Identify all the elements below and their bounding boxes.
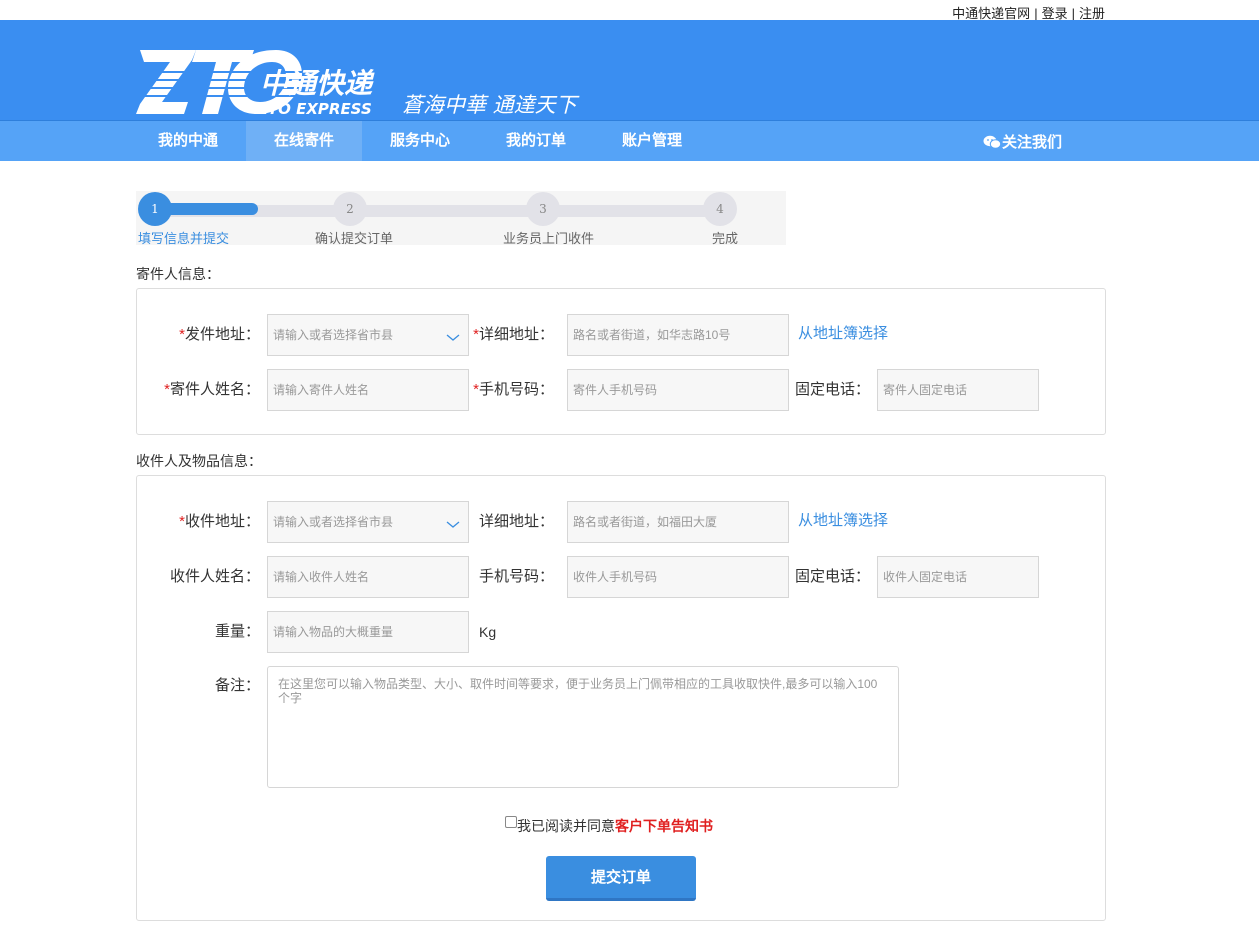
register-link[interactable]: 注册 [1079, 6, 1105, 21]
sender-detail-label: *详细地址： [470, 314, 554, 356]
submit-order-button[interactable]: 提交订单 [546, 856, 696, 901]
official-site-link[interactable]: 中通快递官网 [952, 6, 1030, 21]
receiver-tel-input[interactable]: 收件人固定电话 [877, 556, 1039, 598]
follow-us-link[interactable]: 关注我们 [983, 121, 1062, 161]
step-2-label: 确认提交订单 [315, 231, 394, 246]
receiver-address-select[interactable]: 请输入或者选择省市县 [267, 501, 469, 543]
step-4-circle: 4 [703, 192, 737, 226]
step-1-circle: 1 [138, 192, 172, 226]
receiver-address-label-text: 收件地址： [184, 513, 260, 530]
login-link[interactable]: 登录 [1042, 6, 1068, 21]
sender-detail-label-text: 详细地址： [478, 326, 554, 343]
logo-brand-cn: 中通快递 [260, 67, 375, 100]
sender-tel-input[interactable]: 寄件人固定电话 [877, 369, 1039, 411]
weight-label: 重量： [214, 623, 260, 640]
sender-section-title: 寄件人信息： [136, 266, 220, 282]
sender-phone-input[interactable]: 寄件人手机号码 [567, 369, 789, 411]
separator: | [1071, 6, 1075, 21]
receiver-detail-label: 详细地址： [478, 513, 554, 530]
step-2-circle: 2 [333, 192, 367, 226]
remark-textarea[interactable]: 在这里您可以输入物品类型、大小、取件时间等要求，便于业务员上门佩带相应的工具收取… [267, 666, 899, 788]
weight-input[interactable]: 请输入物品的大概重量 [267, 611, 469, 653]
nav-item-account[interactable]: 账户管理 [594, 121, 710, 161]
step-3-circle: 3 [526, 192, 560, 226]
weight-unit: Kg [479, 624, 497, 640]
logo-slogan: 蒼海中華 通達天下 [402, 93, 580, 117]
wechat-icon [983, 135, 1002, 149]
sender-name-input[interactable]: 请输入寄件人姓名 [267, 369, 469, 411]
receiver-detail-input[interactable]: 路名或者街道，如福田大厦 [567, 501, 789, 543]
logo-brand-en: ZTO EXPRESS [256, 100, 372, 118]
receiver-phone-label: 手机号码： [478, 568, 554, 585]
sender-name-label-text: 寄件人姓名： [169, 381, 260, 398]
nav-item-online-send[interactable]: 在线寄件 [246, 121, 362, 161]
agreement-text: 我已阅读并同意 [517, 818, 615, 834]
receiver-name-input[interactable]: 请输入收件人姓名 [267, 556, 469, 598]
sender-tel-label: 固定电话： [794, 381, 870, 398]
step-4-label: 完成 [712, 231, 739, 246]
sender-address-label-text: 发件地址： [184, 326, 260, 343]
chevron-down-icon [446, 334, 460, 341]
sender-address-placeholder: 请输入或者选择省市县 [273, 328, 394, 342]
nav-item-my-zto[interactable]: 我的中通 [130, 121, 246, 161]
zto-logo[interactable]: 中通快递 ZTO EXPRESS 蒼海中華 通達天下 [136, 48, 596, 118]
sender-address-label: *发件地址： [150, 314, 260, 356]
sender-name-label: *寄件人姓名： [150, 369, 260, 411]
follow-us-label: 关注我们 [1002, 134, 1063, 151]
nav-item-my-orders[interactable]: 我的订单 [478, 121, 594, 161]
receiver-address-label: *收件地址： [150, 501, 260, 543]
separator: | [1034, 6, 1038, 21]
chevron-down-icon [446, 521, 460, 528]
sender-address-select[interactable]: 请输入或者选择省市县 [267, 314, 469, 356]
agreement-row: 我已阅读并同意客户下单告知书 [505, 816, 713, 836]
order-steps: 1 2 3 4 填写信息并提交 确认提交订单 业务员上门收件 完成 [136, 191, 786, 246]
sender-box [136, 288, 1106, 435]
receiver-tel-label: 固定电话： [794, 568, 870, 585]
remark-label: 备注： [214, 677, 260, 694]
top-bar: 中通快递官网 | 登录 | 注册 [0, 0, 1259, 21]
agreement-link[interactable]: 客户下单告知书 [615, 818, 713, 834]
sender-address-book-link[interactable]: 从地址簿选择 [798, 313, 888, 355]
step-3-label: 业务员上门收件 [503, 231, 595, 246]
receiver-section-title: 收件人及物品信息： [136, 453, 262, 469]
sender-detail-input[interactable]: 路名或者街道，如华志路10号 [567, 314, 789, 356]
agreement-checkbox[interactable] [505, 816, 517, 828]
receiver-phone-input[interactable]: 收件人手机号码 [567, 556, 789, 598]
receiver-address-book-link[interactable]: 从地址簿选择 [798, 500, 888, 542]
sender-phone-label-text: 手机号码： [478, 381, 554, 398]
step-1-label: 填写信息并提交 [138, 231, 230, 246]
main-nav: 我的中通 在线寄件 服务中心 我的订单 账户管理 关注我们 [0, 120, 1259, 161]
sender-phone-label: *手机号码： [470, 369, 554, 411]
receiver-name-label: 收件人姓名： [169, 568, 260, 585]
nav-item-service-center[interactable]: 服务中心 [362, 121, 478, 161]
header: 中通快递 ZTO EXPRESS 蒼海中華 通達天下 [0, 20, 1259, 120]
receiver-address-placeholder: 请输入或者选择省市县 [273, 515, 394, 529]
